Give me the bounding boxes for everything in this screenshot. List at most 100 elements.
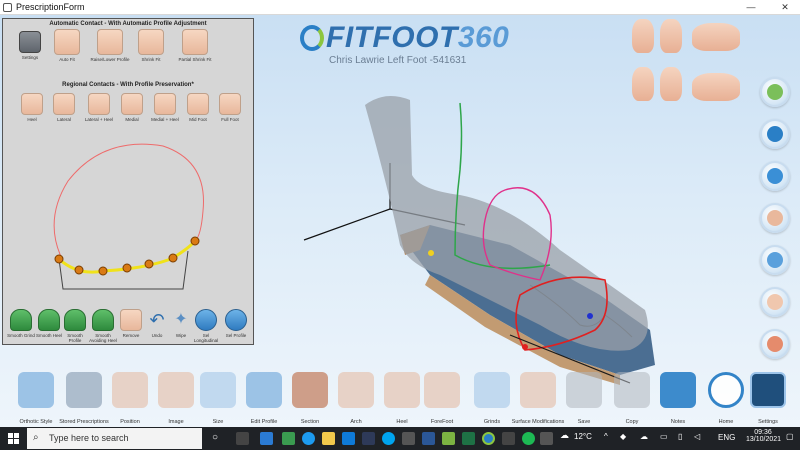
shell-toggle-button[interactable] (760, 119, 790, 149)
red-marker (522, 344, 528, 350)
remove-button[interactable]: Remove (117, 309, 145, 338)
app-icon-8[interactable] (502, 432, 515, 445)
profile-cross-section[interactable] (23, 131, 233, 291)
foot-toggle-button[interactable] (760, 203, 790, 233)
heel-cup-toggle-button[interactable] (760, 161, 790, 191)
sel-profile-button[interactable]: Sel Profile (221, 309, 251, 338)
view-back-button[interactable] (660, 67, 682, 101)
auto-fit-button[interactable]: Auto Fit (49, 29, 85, 62)
smooth-profile-button[interactable]: Smooth Profile (61, 309, 89, 343)
medial-contact-button[interactable]: Medial (117, 93, 147, 122)
spotify-icon[interactable] (522, 432, 535, 445)
sel-longitudinal-button[interactable]: Sel Longitudinal (191, 309, 221, 343)
view-top-button[interactable] (632, 19, 654, 53)
button-label: Sel Longitudinal (193, 333, 219, 343)
smooth-grind-button[interactable]: Smooth Grind (7, 309, 35, 338)
close-button[interactable]: ✕ (772, 0, 798, 15)
minimize-button[interactable]: — (738, 0, 764, 15)
button-label: Wipe (175, 333, 187, 338)
medial-heel-contact-button[interactable]: Medial + Heel (147, 93, 183, 122)
tray-dropbox-icon[interactable]: ◆ (620, 432, 626, 441)
app-icon-1[interactable] (260, 432, 273, 445)
raise-lower-profile-button[interactable]: Raise/Lower Profile (89, 29, 131, 62)
button-label: Settings (21, 55, 39, 60)
foot-3d-viewer[interactable] (260, 75, 680, 405)
select-icon (195, 309, 217, 331)
language-indicator[interactable]: ENG (718, 433, 735, 442)
control-point (122, 263, 132, 273)
settings-button[interactable]: Settings (15, 31, 45, 60)
button-label: Lateral + Heel (84, 117, 114, 122)
grid-toggle-button[interactable] (760, 329, 790, 359)
foot-contact-icon (54, 29, 80, 55)
app-icon-4[interactable] (362, 432, 375, 445)
view-side-button[interactable] (692, 23, 740, 51)
lateral-contact-button[interactable]: Lateral (49, 93, 79, 122)
notifications-icon[interactable]: ▢ (786, 432, 794, 441)
view-front-button[interactable] (660, 19, 682, 53)
patient-info: Chris Lawrie Left Foot -541631 (329, 55, 467, 66)
view-bottom-button[interactable] (632, 67, 654, 101)
workspace: FITFOOT360 Chris Lawrie Left Foot -54163… (0, 15, 800, 427)
widgets-icon[interactable] (236, 432, 249, 445)
excel-icon[interactable] (462, 432, 475, 445)
remove-icon (120, 309, 142, 331)
grid-icon (767, 336, 783, 352)
tray-cloud-icon[interactable]: ☁ (640, 432, 648, 441)
edge-icon[interactable] (302, 432, 315, 445)
button-label: Raise/Lower Profile (90, 57, 130, 62)
section-icon (292, 372, 328, 408)
partial-shrink-fit-button[interactable]: Partial Shrink Fit (173, 29, 217, 62)
search-icon: ⌕ (33, 432, 39, 443)
control-point (74, 265, 84, 275)
button-label: Heel (27, 117, 37, 122)
app-icon-2[interactable] (282, 432, 295, 445)
smooth-heel-button[interactable]: Smooth Heel (35, 309, 63, 338)
app-icon-6[interactable] (422, 432, 435, 445)
forefoot-icon (424, 372, 460, 408)
skin-icon (767, 294, 783, 310)
settings-tool[interactable]: Settings (738, 370, 798, 427)
full-foot-contact-button[interactable]: Full Foot (215, 93, 245, 122)
layer-toggle-button[interactable] (760, 77, 790, 107)
app-icon-7[interactable] (442, 432, 455, 445)
windows-start-icon[interactable] (8, 433, 19, 444)
shrink-fit-button[interactable]: Shrink Fit (133, 29, 169, 62)
app-icon-5[interactable] (402, 432, 415, 445)
sliders-icon (19, 31, 41, 53)
weather-icon[interactable]: ☁ (560, 430, 569, 441)
yellow-marker (428, 250, 434, 256)
lateral-heel-contact-button[interactable]: Lateral + Heel (81, 93, 117, 122)
skype-icon[interactable] (382, 432, 395, 445)
axis-x (303, 208, 391, 241)
foot-region-icon (219, 93, 241, 115)
view-medial-button[interactable] (692, 73, 740, 101)
foot-contact-icon (97, 29, 123, 55)
tray-chevron-icon[interactable]: ^ (604, 432, 608, 441)
task-view-icon[interactable]: ○ (212, 432, 225, 445)
tray-volume-icon[interactable]: ◁ (694, 432, 700, 441)
fitfoot-app-icon[interactable] (482, 432, 495, 445)
save-icon (566, 372, 602, 408)
smooth-icon (64, 309, 86, 331)
smooth-avoiding-heel-button[interactable]: Smooth Avoiding Heel (87, 309, 119, 343)
app-icon-9[interactable] (540, 432, 553, 445)
file-explorer-icon[interactable] (322, 432, 335, 445)
heel-contact-button[interactable]: Heel (17, 93, 47, 122)
clock[interactable]: 09:36 13/10/2021 (746, 429, 781, 443)
foot-region-icon (154, 93, 176, 115)
smooth-icon (92, 309, 114, 331)
app-icon-3[interactable] (342, 432, 355, 445)
taskbar-search[interactable]: ⌕ Type here to search (27, 428, 202, 449)
tray-network-icon[interactable]: ▭ (660, 432, 668, 441)
mid-foot-contact-button[interactable]: Mid Foot (183, 93, 213, 122)
select-icon (225, 309, 247, 331)
app-icon (3, 3, 12, 12)
logo-text: FITFOOT (326, 21, 458, 54)
skin-toggle-button[interactable] (760, 287, 790, 317)
arch-toggle-button[interactable] (760, 245, 790, 275)
tray-battery-icon[interactable]: ▯ (678, 432, 682, 441)
grind-icon (474, 372, 510, 408)
foot-position-icon (112, 372, 148, 408)
button-label: Smooth Profile (67, 333, 83, 343)
